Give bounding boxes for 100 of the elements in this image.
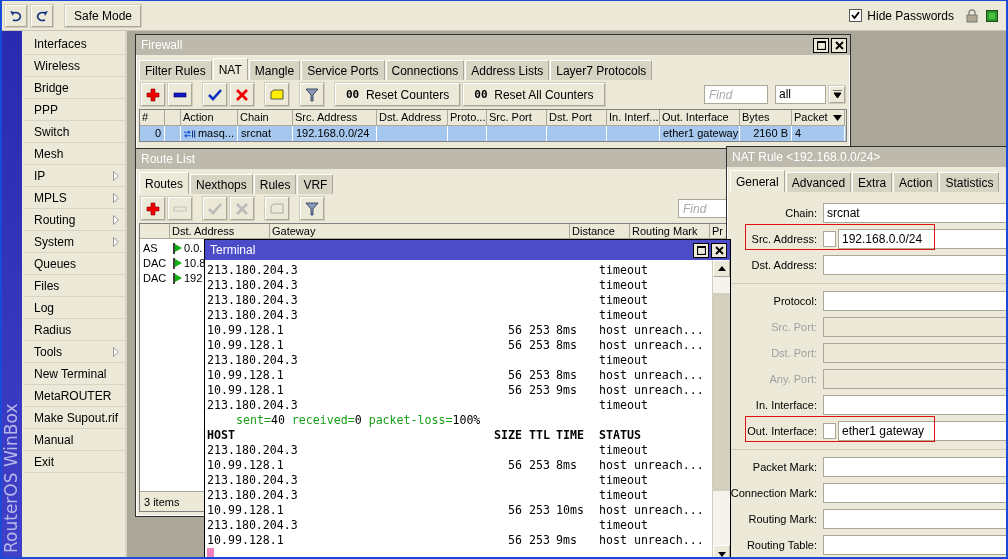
hide-passwords-checkbox[interactable]: Hide Passwords <box>849 8 954 23</box>
menu-item[interactable]: Interfaces <box>24 33 125 55</box>
table-cell: srcnat <box>241 126 271 141</box>
menu-item-label: Files <box>34 278 60 293</box>
cross-icon <box>235 87 249 102</box>
host-address: HOST <box>207 428 235 442</box>
tab[interactable]: Extra <box>852 172 893 192</box>
menu-item[interactable]: Tools <box>24 341 125 363</box>
input-field[interactable]: srcnat <box>823 203 1006 223</box>
tab[interactable]: Nexthops <box>190 174 253 194</box>
input-field[interactable] <box>823 317 1006 337</box>
host-address: 213.180.204.3 <box>207 518 298 532</box>
input-field[interactable] <box>823 535 1006 555</box>
menu-item-label: PPP <box>34 102 58 117</box>
menu-item[interactable]: Log <box>24 297 125 319</box>
menu-item[interactable]: Files <box>24 275 125 297</box>
item-count: 3 items <box>144 495 180 508</box>
filter-button[interactable] <box>300 197 324 220</box>
tab[interactable]: Routes <box>139 172 190 194</box>
input-field[interactable] <box>823 483 1006 503</box>
check-button[interactable] <box>203 83 227 106</box>
menu-item[interactable]: MPLS <box>24 187 125 209</box>
menu-item[interactable]: Radius <box>24 319 125 341</box>
tab[interactable]: Layer7 Protocols <box>550 60 653 80</box>
safe-mode-button[interactable]: Safe Mode <box>65 4 142 27</box>
tab[interactable]: Service Ports <box>301 60 385 80</box>
dropdown-arrow-icon <box>832 90 842 99</box>
cross-button[interactable] <box>230 83 254 106</box>
input-field[interactable] <box>823 395 1006 415</box>
table-row[interactable]: 0 masq... srcnat 192.168.0.0/24 ether1 gateway 2160 B 4 <box>140 126 846 141</box>
input-field[interactable] <box>823 369 1006 389</box>
menu-item[interactable]: Wireless <box>24 55 125 77</box>
undo-button[interactable] <box>5 4 27 27</box>
redo-icon <box>35 9 49 22</box>
tab[interactable]: Filter Rules <box>139 60 212 80</box>
menu-item[interactable]: Make Supout.rif <box>24 407 125 429</box>
tab[interactable]: Rules <box>253 174 297 194</box>
down-arrow-icon <box>717 550 726 557</box>
negate-checkbox[interactable] <box>823 423 836 439</box>
tab[interactable]: Connections <box>385 60 465 80</box>
scrollbar[interactable] <box>712 260 730 557</box>
menu-item[interactable]: PPP <box>24 99 125 121</box>
field-label: Routing Mark: <box>747 513 817 525</box>
host-address: 213.180.204.3 <box>207 353 298 367</box>
maximize-button[interactable] <box>693 242 709 258</box>
ttl-value: 253 <box>529 533 550 547</box>
menu-item[interactable]: Mesh <box>24 143 125 165</box>
filter-button[interactable] <box>300 83 324 106</box>
menu-item[interactable]: Bridge <box>24 77 125 99</box>
input-field[interactable] <box>823 343 1006 363</box>
tab[interactable]: VRF <box>297 174 334 194</box>
up-arrow-icon <box>717 265 726 272</box>
remove-button[interactable] <box>168 83 192 106</box>
field-label: Connection Mark: <box>729 487 817 499</box>
menu-item[interactable]: MetaROUTER <box>24 385 125 407</box>
negate-checkbox[interactable] <box>823 231 836 247</box>
field-label: Dst. Port: <box>770 347 817 359</box>
reset-counters-button[interactable]: 00 Reset Counters <box>335 83 461 106</box>
dropdown-button[interactable] <box>829 86 845 103</box>
scroll-up-button[interactable] <box>713 260 730 277</box>
menu-item[interactable]: Manual <box>24 429 125 451</box>
find-field[interactable]: Find <box>678 199 728 218</box>
filter-select[interactable]: all <box>775 85 826 104</box>
menu-item[interactable]: Queues <box>24 253 125 275</box>
table-cell: 192.168.0.0/24 <box>296 126 370 141</box>
tab[interactable]: Address Lists <box>465 60 550 80</box>
add-button[interactable] <box>141 197 165 220</box>
input-field[interactable] <box>823 255 1006 275</box>
reset-counters-button[interactable]: 00 Reset All Counters <box>463 83 605 106</box>
maximize-button[interactable] <box>813 37 829 53</box>
scroll-down-button[interactable] <box>713 545 730 557</box>
redo-button[interactable] <box>31 4 53 27</box>
field-label: Out. Interface: <box>746 425 817 437</box>
tab[interactable]: Advanced <box>785 172 852 192</box>
host-address: 10.99.128.1 <box>207 323 284 337</box>
menu-item[interactable]: Switch <box>24 121 125 143</box>
tab[interactable]: Action <box>893 172 939 192</box>
menu-item-label: IP <box>34 168 46 183</box>
tab[interactable]: NAT <box>212 58 248 80</box>
find-field[interactable]: Find <box>704 85 768 104</box>
menu-item[interactable]: IP <box>24 165 125 187</box>
window-title: NAT Rule <192.168.0.0/24> <box>732 150 881 164</box>
tab[interactable]: Statistics <box>939 172 1000 192</box>
input-field[interactable] <box>823 457 1006 477</box>
add-button[interactable] <box>141 83 165 106</box>
ttl-value: 253 <box>529 368 550 382</box>
menu-item[interactable]: Routing <box>24 209 125 231</box>
close-button[interactable] <box>711 242 727 258</box>
tab[interactable]: Mangle <box>248 60 301 80</box>
tab[interactable]: General <box>730 170 785 192</box>
input-field[interactable] <box>823 509 1006 529</box>
input-field[interactable]: ether1 gateway <box>838 421 1006 441</box>
menu-item[interactable]: Exit <box>24 451 125 473</box>
scrollbar-thumb[interactable] <box>713 293 730 491</box>
input-field[interactable] <box>823 291 1006 311</box>
note-button[interactable] <box>265 83 289 106</box>
menu-item[interactable]: System <box>24 231 125 253</box>
input-field[interactable]: 192.168.0.0/24 <box>838 229 1006 249</box>
close-button[interactable] <box>831 37 847 53</box>
menu-item[interactable]: New Terminal <box>24 363 125 385</box>
